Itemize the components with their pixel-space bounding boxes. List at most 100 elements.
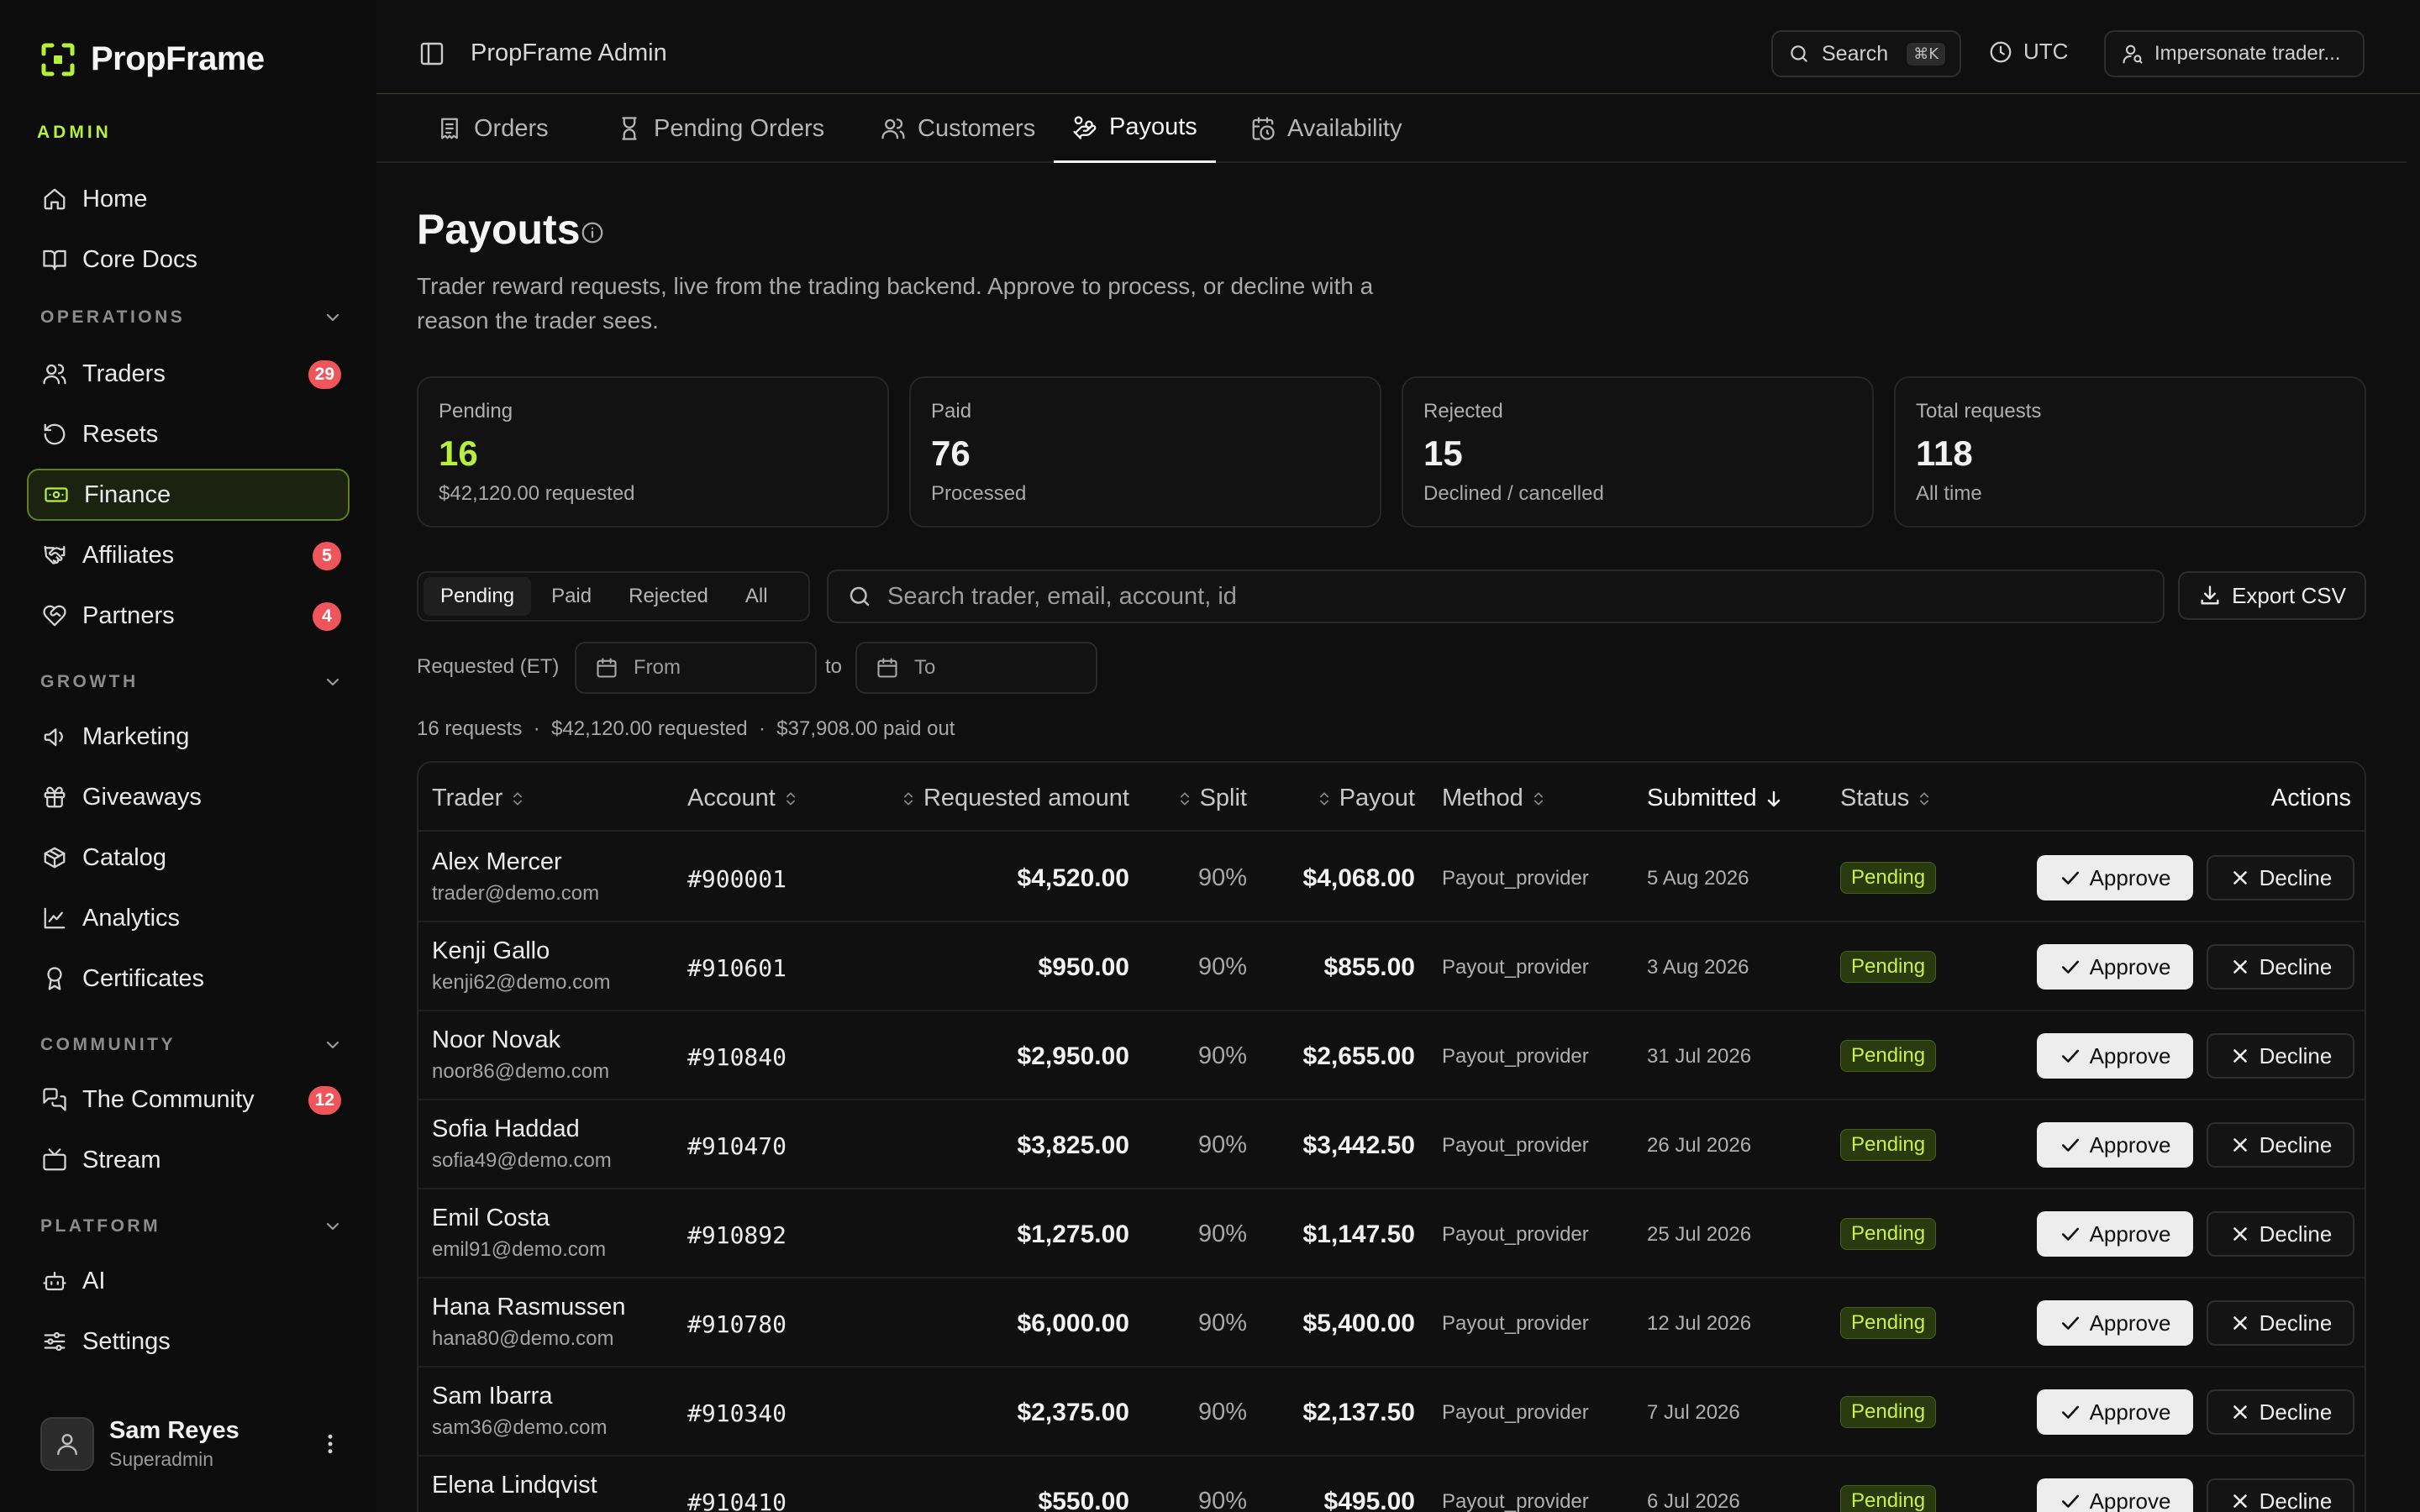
date-to-field[interactable]: To <box>855 642 1097 694</box>
search-input[interactable] <box>887 582 2064 611</box>
column-requested-amount[interactable]: Requested amount <box>900 785 1129 812</box>
approve-button[interactable]: Approve <box>2037 1478 2193 1512</box>
account-id[interactable]: #910601 <box>687 954 786 982</box>
filter-paid[interactable]: Paid <box>534 577 608 616</box>
filter-rejected[interactable]: Rejected <box>612 577 725 616</box>
sidebar-item-certificates[interactable]: Certificates <box>27 953 350 1005</box>
export-csv-button[interactable]: Export CSV <box>2178 571 2366 620</box>
sidebar-item-resets[interactable]: Resets <box>27 408 350 460</box>
sidebar-item-core-docs[interactable]: Core Docs <box>27 234 350 286</box>
sidebar-item-label: Analytics <box>82 904 181 932</box>
table-row[interactable]: Alex Mercer trader@demo.com #900001 $4,5… <box>418 833 2365 922</box>
approve-button[interactable]: Approve <box>2037 1389 2193 1435</box>
approve-label: Approve <box>2089 1221 2171 1247</box>
tab-pending-orders[interactable]: Pending Orders <box>598 94 843 163</box>
sidebar-item-traders[interactable]: Traders 29 <box>27 348 350 400</box>
payout-amount: $2,655.00 <box>1302 1042 1415 1070</box>
approve-button[interactable]: Approve <box>2037 1211 2193 1257</box>
decline-button[interactable]: Decline <box>2207 944 2354 990</box>
account-id[interactable]: #910892 <box>687 1221 786 1249</box>
account-id[interactable]: #910470 <box>687 1132 786 1160</box>
decline-button[interactable]: Decline <box>2207 1478 2354 1512</box>
trader-email: sam36@demo.com <box>432 1416 608 1439</box>
tab-availability[interactable]: Availability <box>1232 94 1420 163</box>
sidebar-item-giveaways[interactable]: Giveaways <box>27 771 350 823</box>
section-operations[interactable]: OPERATIONS <box>40 307 343 328</box>
sidebar-item-the-community[interactable]: The Community 12 <box>27 1074 350 1126</box>
table-row[interactable]: Emil Costa emil91@demo.com #910892 $1,27… <box>418 1189 2365 1278</box>
decline-button[interactable]: Decline <box>2207 1389 2354 1435</box>
table-row[interactable]: Sam Ibarra sam36@demo.com #910340 $2,375… <box>418 1368 2365 1457</box>
section-growth[interactable]: GROWTH <box>40 672 343 692</box>
sidebar-item-finance[interactable]: Finance <box>27 469 350 521</box>
table-row[interactable]: Hana Rasmussen hana80@demo.com #910780 $… <box>418 1278 2365 1368</box>
decline-button[interactable]: Decline <box>2207 855 2354 900</box>
table-row[interactable]: Noor Novak noor86@demo.com #910840 $2,95… <box>418 1011 2365 1100</box>
sidebar-item-stream[interactable]: Stream <box>27 1134 350 1186</box>
decline-button[interactable]: Decline <box>2207 1300 2354 1346</box>
decline-button[interactable]: Decline <box>2207 1211 2354 1257</box>
approve-button[interactable]: Approve <box>2037 1122 2193 1168</box>
column-payout[interactable]: Payout <box>1316 785 1415 812</box>
stat-label: Rejected <box>1423 400 1503 423</box>
sidebar-item-home[interactable]: Home <box>27 173 350 225</box>
search-button[interactable]: Search ⌘K <box>1771 30 1961 77</box>
requested-amount: $6,000.00 <box>1017 1310 1129 1337</box>
requested-amount: $3,825.00 <box>1017 1131 1129 1159</box>
sidebar-item-catalog[interactable]: Catalog <box>27 832 350 884</box>
column-submitted[interactable]: Submitted <box>1647 785 1784 812</box>
table-row[interactable]: Kenji Gallo kenji62@demo.com #910601 $95… <box>418 922 2365 1011</box>
sidebar-item-label: Settings <box>82 1327 171 1355</box>
sidebar-item-settings[interactable]: Settings <box>27 1315 350 1368</box>
decline-label: Decline <box>2259 953 2333 979</box>
tab-orders[interactable]: Orders <box>418 94 567 163</box>
decline-button[interactable]: Decline <box>2207 1122 2354 1168</box>
table-row[interactable]: Elena Lindqvist #910410 $550.00 90% $495… <box>418 1457 2365 1512</box>
sort-icon <box>1176 790 1193 807</box>
tab-payouts[interactable]: Payouts <box>1054 94 1216 163</box>
split-percent: 90% <box>1197 1488 1247 1512</box>
tab-customers[interactable]: Customers <box>862 94 1054 163</box>
tab-label: Availability <box>1287 114 1402 142</box>
brand[interactable]: PropFrame <box>40 40 265 78</box>
sidebar-toggle-icon[interactable] <box>418 40 445 67</box>
account-id[interactable]: #900001 <box>687 865 786 893</box>
approve-button[interactable]: Approve <box>2037 1033 2193 1079</box>
section-platform[interactable]: PLATFORM <box>40 1216 343 1236</box>
sidebar-item-marketing[interactable]: Marketing <box>27 711 350 763</box>
decline-button[interactable]: Decline <box>2207 1033 2354 1079</box>
approve-button[interactable]: Approve <box>2037 1300 2193 1346</box>
stat-label: Paid <box>931 400 972 423</box>
date-from-field[interactable]: From <box>575 642 817 694</box>
column-split[interactable]: Split <box>1176 785 1247 812</box>
column-trader[interactable]: Trader <box>432 785 526 812</box>
account-id[interactable]: #910410 <box>687 1488 786 1512</box>
more-vertical-icon[interactable] <box>318 1431 343 1457</box>
stat-value: 118 <box>1916 433 1973 473</box>
section-community[interactable]: COMMUNITY <box>40 1035 343 1055</box>
impersonate-trader-button[interactable]: Impersonate trader... <box>2104 30 2365 77</box>
chevron-down-icon <box>323 307 343 328</box>
status-badge: Pending <box>1840 862 1937 894</box>
payout-amount: $1,147.50 <box>1302 1221 1415 1248</box>
sidebar-item-partners[interactable]: Partners 4 <box>27 590 350 642</box>
decline-label: Decline <box>2259 1042 2333 1068</box>
sidebar-item-ai[interactable]: AI <box>27 1255 350 1307</box>
account-id[interactable]: #910840 <box>687 1043 786 1071</box>
approve-button[interactable]: Approve <box>2037 855 2193 900</box>
account-id[interactable]: #910780 <box>687 1310 786 1338</box>
column-method[interactable]: Method <box>1442 785 1547 812</box>
table-row[interactable]: Sofia Haddad sofia49@demo.com #910470 $3… <box>418 1100 2365 1189</box>
timezone-toggle[interactable]: UTC <box>1988 39 2068 65</box>
info-icon[interactable] <box>580 220 605 245</box>
column-account[interactable]: Account <box>687 785 799 812</box>
account-id[interactable]: #910340 <box>687 1399 786 1427</box>
sidebar-item-affiliates[interactable]: Affiliates 5 <box>27 529 350 581</box>
filter-pending[interactable]: Pending <box>424 577 532 616</box>
approve-button[interactable]: Approve <box>2037 944 2193 990</box>
column-status[interactable]: Status <box>1840 785 1933 812</box>
user-profile[interactable]: Sam Reyes Superadmin <box>40 1415 343 1473</box>
sidebar-item-analytics[interactable]: Analytics <box>27 892 350 944</box>
filter-all[interactable]: All <box>729 577 785 616</box>
approve-label: Approve <box>2089 1488 2171 1512</box>
